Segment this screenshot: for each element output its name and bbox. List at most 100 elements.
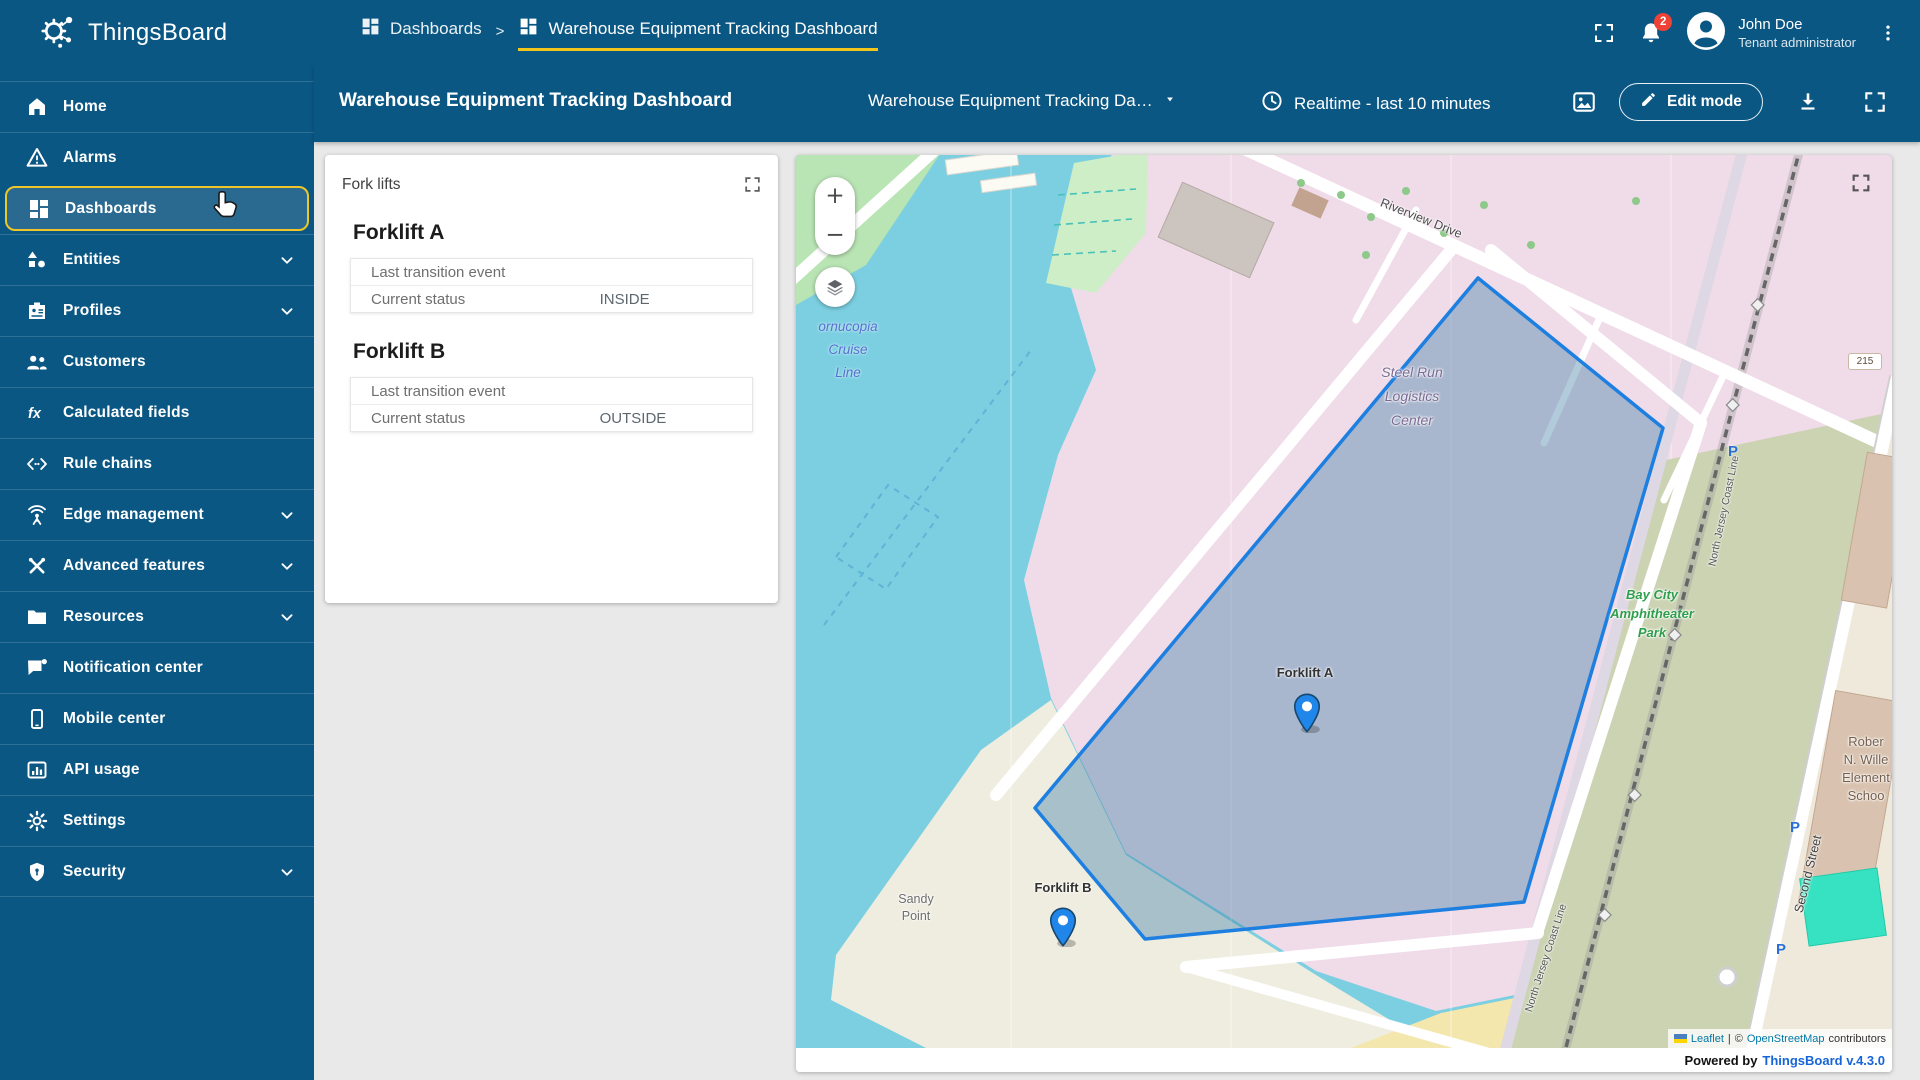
fx-function-icon: fx xyxy=(25,401,49,425)
chevron-down-icon xyxy=(276,861,298,888)
page-title: Warehouse Equipment Tracking Dashboard xyxy=(339,90,733,111)
dashboard-select[interactable]: Warehouse Equipment Tracking Da… xyxy=(868,91,1177,111)
sidebar-item-rule-chains[interactable]: Rule chains xyxy=(0,438,314,489)
map-attribution: Leaflet | © OpenStreetMap contributors xyxy=(1667,1029,1892,1048)
chevron-down-icon xyxy=(276,606,298,633)
sidebar-item-dashboards[interactable]: Dashboards xyxy=(5,186,309,231)
home-icon xyxy=(25,95,49,119)
app-logo[interactable]: ThingsBoard xyxy=(0,10,316,57)
chevron-down-icon xyxy=(276,249,298,276)
widget-title: Fork lifts xyxy=(342,175,401,193)
map-fullscreen-icon[interactable] xyxy=(1844,171,1878,198)
profile-badge-icon xyxy=(25,299,49,323)
breadcrumb-current-dashboard[interactable]: Warehouse Equipment Tracking Dashboard xyxy=(518,16,878,51)
gear-icon xyxy=(25,809,49,833)
ukraine-flag-icon xyxy=(1673,1034,1687,1043)
sidebar-nav: Home Alarms Dashboards Entities Profiles… xyxy=(0,66,314,1080)
chevron-down-icon xyxy=(276,555,298,582)
shield-icon xyxy=(25,860,49,884)
rule-chains-icon xyxy=(25,452,49,476)
edit-mode-button[interactable]: Edit mode xyxy=(1619,83,1763,121)
device-status-table: Last transition event Current status OUT… xyxy=(350,377,753,432)
clock-icon xyxy=(1260,89,1284,118)
zoom-out-button[interactable]: − xyxy=(815,216,855,255)
edge-antenna-icon xyxy=(25,503,49,527)
map-layers-button[interactable] xyxy=(815,267,855,307)
dashboard-grid-icon xyxy=(27,197,51,221)
table-row: Current status OUTSIDE xyxy=(351,404,752,431)
breadcrumb-dashboards[interactable]: Dashboards xyxy=(360,16,482,51)
customers-people-icon xyxy=(25,350,49,374)
sidebar-item-resources[interactable]: Resources xyxy=(0,591,314,642)
sidebar-item-notification-center[interactable]: Notification center xyxy=(0,642,314,693)
table-row: Current status INSIDE xyxy=(351,285,752,312)
top-header: ThingsBoard Dashboards > Warehouse Equip… xyxy=(0,0,1920,66)
forklifts-widget: Fork lifts Forklift A Last transition ev… xyxy=(325,155,778,603)
notifications-bell-icon[interactable]: 2 xyxy=(1638,13,1673,46)
thingsboard-logo-icon xyxy=(36,10,78,57)
avatar xyxy=(1686,11,1726,56)
sidebar-item-api-usage[interactable]: API usage xyxy=(0,744,314,795)
device-status-table: Last transition event Current status INS… xyxy=(350,258,753,313)
sidebar-item-advanced-features[interactable]: Advanced features xyxy=(0,540,314,591)
entities-shapes-icon xyxy=(25,248,49,272)
fullscreen-icon[interactable] xyxy=(1862,89,1888,115)
chevron-down-icon xyxy=(276,504,298,531)
sidebar-item-mobile-center[interactable]: Mobile center xyxy=(0,693,314,744)
leaflet-link[interactable]: Leaflet xyxy=(1691,1033,1724,1045)
more-options-icon[interactable] xyxy=(1878,21,1898,45)
marker-label-forklift-a: Forklift A xyxy=(1276,665,1334,680)
alarm-warning-icon xyxy=(25,146,49,170)
map-marker-forklift-b[interactable] xyxy=(1049,907,1077,948)
status-value: OUTSIDE xyxy=(599,409,667,427)
table-row: Last transition event xyxy=(371,382,506,400)
app-name: ThingsBoard xyxy=(88,19,228,46)
download-icon[interactable] xyxy=(1795,89,1821,115)
dropdown-arrow-icon xyxy=(1163,91,1177,111)
zoom-in-button[interactable]: + xyxy=(815,177,855,216)
message-bubble-icon xyxy=(25,656,49,680)
fullscreen-icon[interactable] xyxy=(1592,21,1616,45)
breadcrumb: Dashboards > Warehouse Equipment Trackin… xyxy=(360,16,878,51)
sidebar-item-security[interactable]: Security xyxy=(0,846,314,897)
thingsboard-app: ThingsBoard Dashboards > Warehouse Equip… xyxy=(0,0,1920,1080)
user-role: Tenant administrator xyxy=(1738,35,1856,50)
user-name: John Doe xyxy=(1738,16,1803,33)
map-widget: ornucopia Cruise Line Riverview Drive Stee… xyxy=(796,155,1892,1072)
dashboard-toolbar: Warehouse Equipment Tracking Dashboard W… xyxy=(314,66,1920,142)
device-name: Forklift A xyxy=(353,221,445,244)
mobile-phone-icon xyxy=(25,707,49,731)
sidebar-item-home[interactable]: Home xyxy=(0,81,314,132)
timewindow-button[interactable]: Realtime - last 10 minutes xyxy=(1260,89,1491,118)
pencil-icon xyxy=(1640,91,1657,113)
openstreetmap-link[interactable]: OpenStreetMap xyxy=(1747,1033,1825,1045)
marker-label-forklift-b: Forklift B xyxy=(1034,880,1092,895)
sidebar-item-edge-management[interactable]: Edge management xyxy=(0,489,314,540)
dashboard-grid-icon xyxy=(518,16,539,42)
table-row: Last transition event xyxy=(371,263,506,281)
device-name: Forklift B xyxy=(353,340,446,363)
sidebar-item-calculated-fields[interactable]: fx Calculated fields xyxy=(0,387,314,438)
breadcrumb-separator: > xyxy=(495,22,505,40)
dashboard-image-icon[interactable] xyxy=(1571,89,1597,115)
svg-text:fx: fx xyxy=(28,406,42,422)
map-zoom-control: + − xyxy=(815,177,855,255)
tools-icon xyxy=(25,554,49,578)
api-usage-icon xyxy=(25,758,49,782)
map-canvas[interactable]: ornucopia Cruise Line Riverview Drive Stee… xyxy=(796,155,1892,1048)
header-actions: 2 John Doe Tenant administrator xyxy=(1592,11,1920,56)
map-marker-forklift-a[interactable] xyxy=(1293,693,1321,734)
user-menu[interactable]: John Doe Tenant administrator xyxy=(1686,11,1856,56)
sidebar-item-settings[interactable]: Settings xyxy=(0,795,314,846)
sidebar-item-entities[interactable]: Entities xyxy=(0,234,314,285)
sidebar-item-alarms[interactable]: Alarms xyxy=(0,132,314,183)
dashboard-grid-icon xyxy=(360,16,381,42)
thingsboard-version-link[interactable]: ThingsBoard v.4.3.0 xyxy=(1762,1053,1885,1068)
chevron-down-icon xyxy=(276,300,298,327)
folder-icon xyxy=(25,605,49,629)
sidebar-item-profiles[interactable]: Profiles xyxy=(0,285,314,336)
notification-count-badge: 2 xyxy=(1654,13,1673,31)
widget-fullscreen-icon[interactable] xyxy=(743,175,762,194)
status-value: INSIDE xyxy=(599,290,650,308)
sidebar-item-customers[interactable]: Customers xyxy=(0,336,314,387)
